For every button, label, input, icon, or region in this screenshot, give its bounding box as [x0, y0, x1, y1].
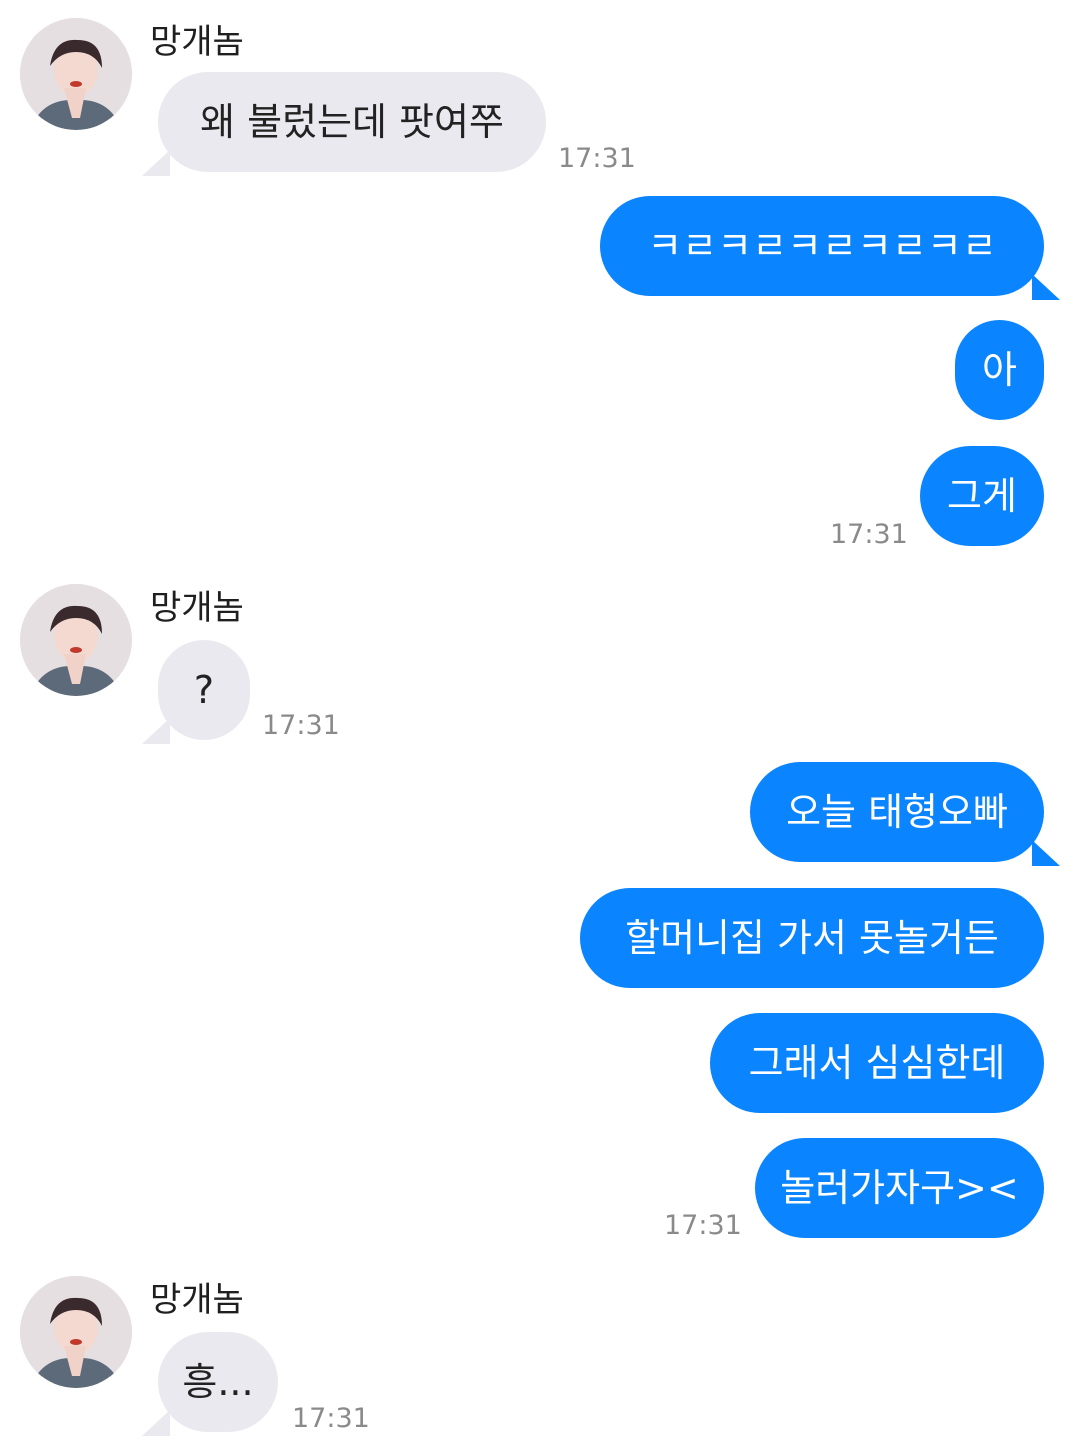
sender-name: 망개놈: [150, 1280, 244, 1320]
avatar-photo: [20, 18, 132, 130]
message-timestamp: 17:31: [292, 1403, 370, 1434]
bubble-tail: [1032, 840, 1060, 866]
message-timestamp: 17:31: [830, 519, 908, 550]
outgoing-message-bubble[interactable]: 놀러가자구><: [755, 1138, 1044, 1238]
incoming-message-bubble[interactable]: ?: [158, 640, 250, 740]
incoming-message-bubble[interactable]: 흥...: [158, 1332, 278, 1432]
contact-avatar[interactable]: [20, 18, 132, 130]
bubble-tail: [142, 1410, 170, 1436]
sender-name: 망개놈: [150, 588, 244, 628]
contact-avatar[interactable]: [20, 1276, 132, 1388]
contact-avatar[interactable]: [20, 584, 132, 696]
outgoing-message-bubble[interactable]: 오늘 태형오빠: [750, 762, 1044, 862]
outgoing-message-bubble[interactable]: 그래서 심심한데: [710, 1013, 1044, 1113]
message-timestamp: 17:31: [558, 143, 636, 174]
avatar-photo: [20, 1276, 132, 1388]
bubble-tail: [142, 718, 170, 744]
message-timestamp: 17:31: [664, 1210, 742, 1241]
bubble-tail: [142, 150, 170, 176]
sender-name: 망개놈: [150, 22, 244, 62]
outgoing-message-bubble[interactable]: 할머니집 가서 못놀거든: [580, 888, 1044, 988]
incoming-message-bubble[interactable]: 왜 불렀는데 팟여쭈: [158, 72, 546, 172]
outgoing-message-bubble[interactable]: ㅋㄹㅋㄹㅋㄹㅋㄹㅋㄹ: [600, 196, 1044, 296]
avatar-photo: [20, 584, 132, 696]
outgoing-message-bubble[interactable]: 아: [955, 320, 1044, 420]
outgoing-message-bubble[interactable]: 그게: [920, 446, 1044, 546]
bubble-tail: [1032, 274, 1060, 300]
message-timestamp: 17:31: [262, 710, 340, 741]
